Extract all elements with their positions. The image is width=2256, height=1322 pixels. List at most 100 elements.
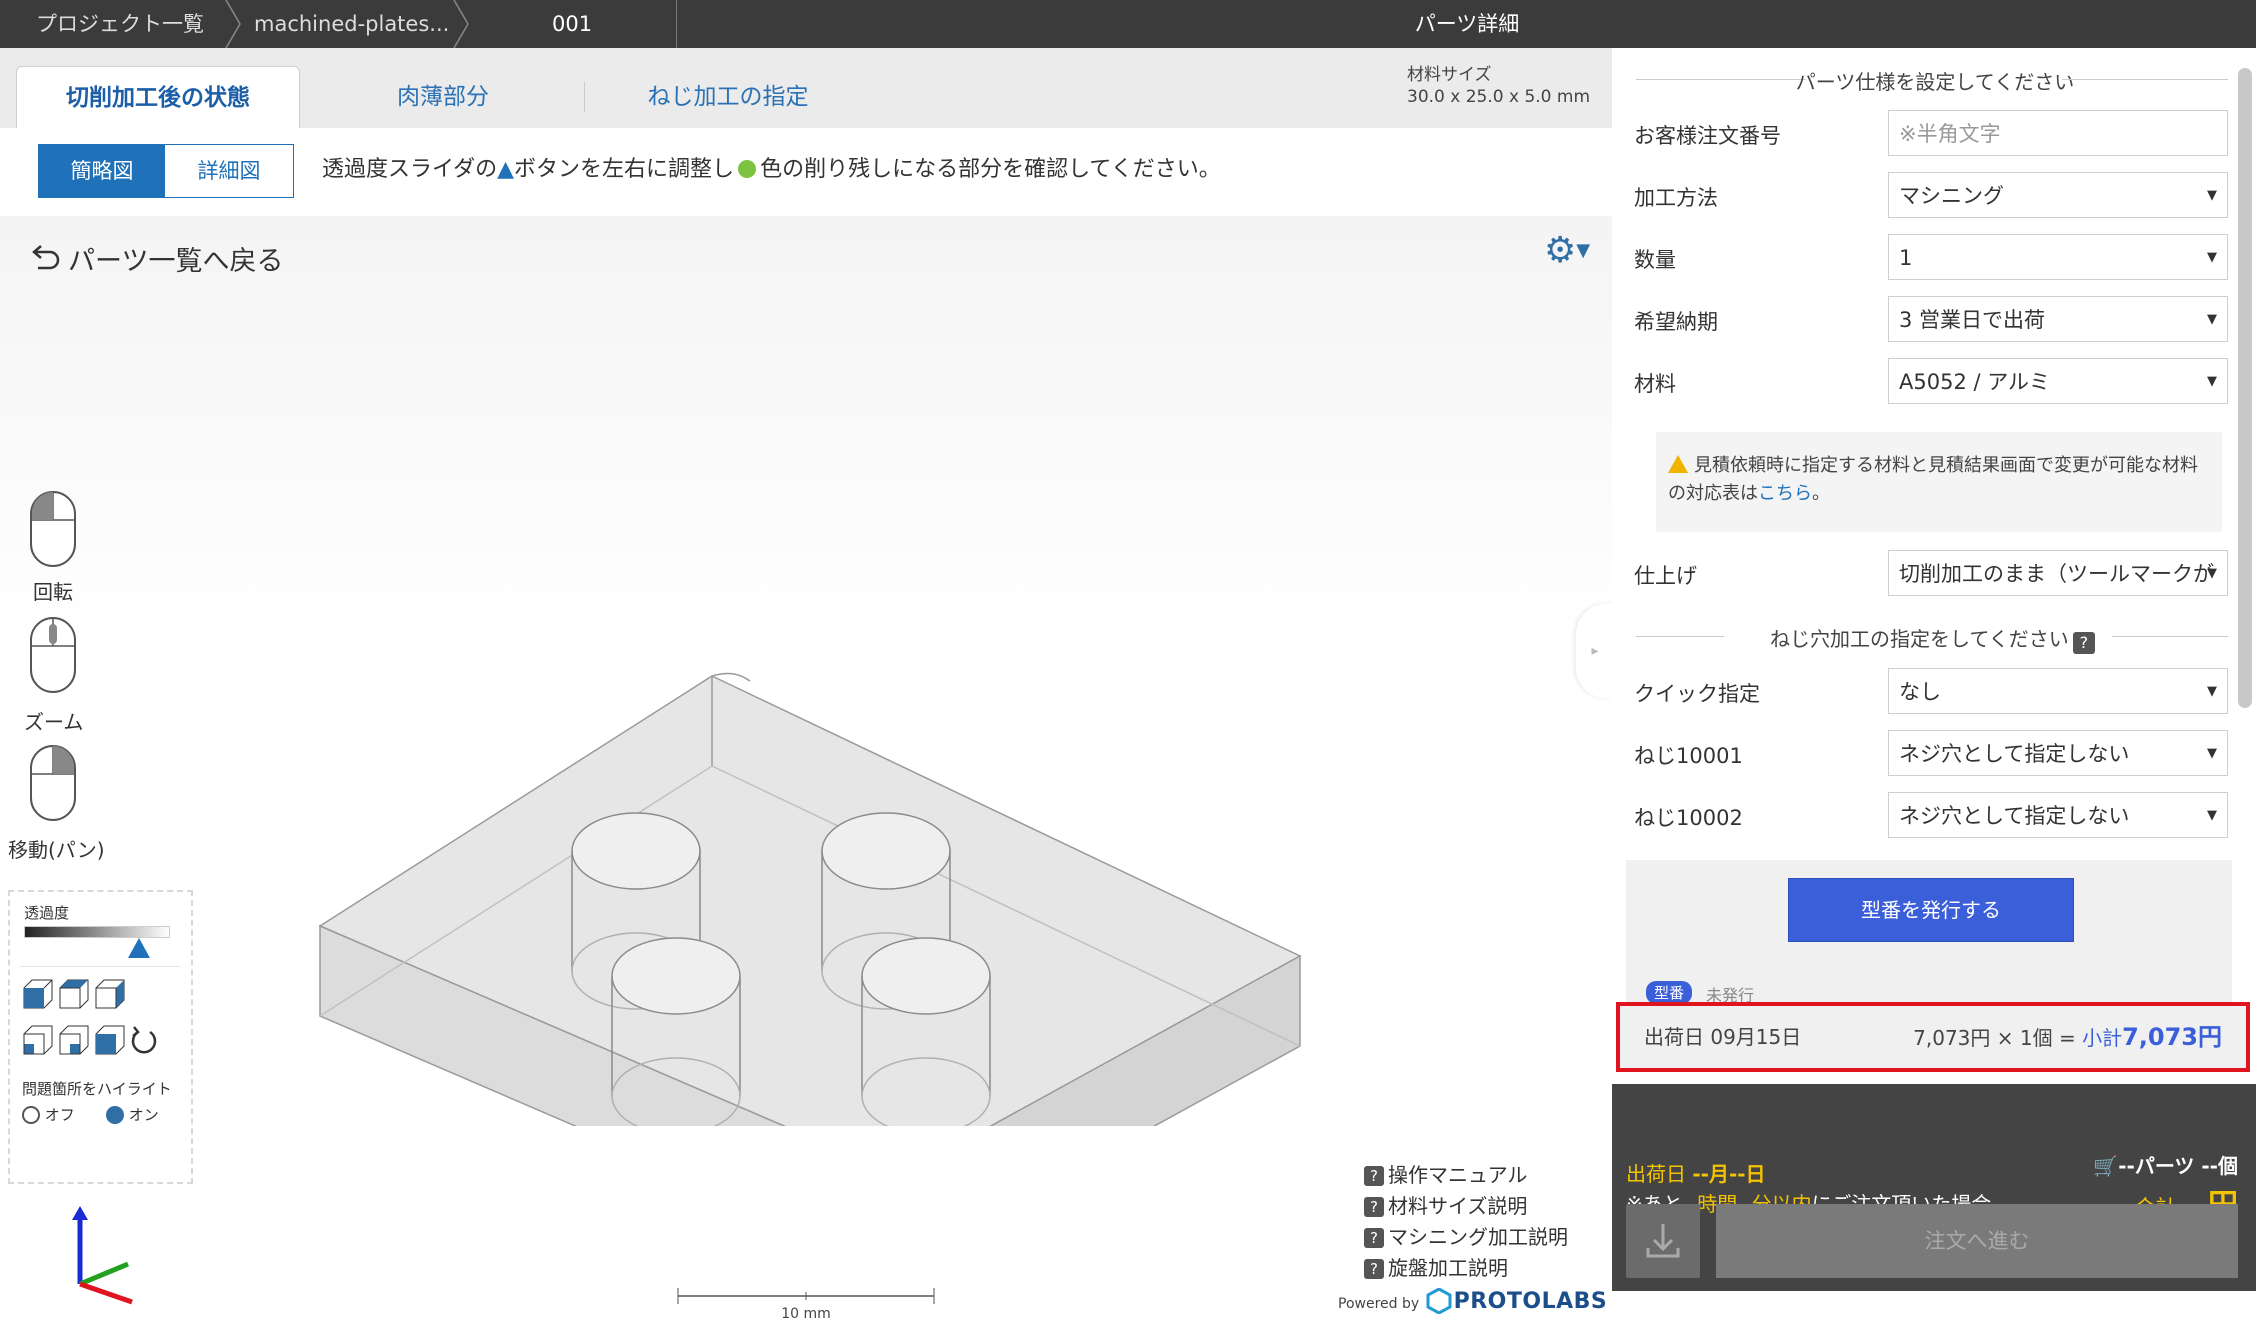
zoom-label: ズーム xyxy=(24,710,84,734)
view-top-icon[interactable] xyxy=(59,979,89,1009)
highlight-on-label: オン xyxy=(128,1106,159,1124)
view-cube-row2 xyxy=(23,1025,157,1055)
help-icon: ? xyxy=(1364,1228,1384,1248)
subtotal-value: 7,073円 xyxy=(2122,1023,2222,1051)
download-button[interactable] xyxy=(1626,1204,1700,1278)
powered-by-prefix: Powered by xyxy=(1338,1296,1420,1312)
chevron-down-icon: ▼ xyxy=(2207,566,2217,581)
quick-label: クイック指定 xyxy=(1634,682,1760,706)
scrollbar[interactable] xyxy=(2238,68,2252,708)
finish-select[interactable]: 切削加工のまま（ツールマークが ▼ xyxy=(1888,550,2228,596)
divider xyxy=(20,966,180,967)
help-link-material-size[interactable]: ? 材料サイズ説明 xyxy=(1364,1191,1568,1222)
quantity-value: 1 xyxy=(1899,246,1913,270)
viewer-area: 切削加工後の状態 肉薄部分 ねじ加工の指定 材料サイズ 30.0 x 25.0 … xyxy=(0,48,1614,1322)
material-select[interactable]: A5052 / アルミ ▼ xyxy=(1888,358,2228,404)
back-to-parts-link[interactable]: パーツ一覧へ戻る xyxy=(28,244,283,283)
help-link-machining-label: マシニング加工説明 xyxy=(1388,1225,1568,1249)
finish-value: 切削加工のまま（ツールマークが xyxy=(1899,562,2214,586)
highlight-on-option[interactable]: オン xyxy=(106,1104,166,1126)
thread-10002-value: ネジ穴として指定しない xyxy=(1899,804,2130,828)
radio-off-icon[interactable] xyxy=(22,1106,40,1124)
footer-ship-label: 出荷日 xyxy=(1626,1162,1693,1186)
help-link-manual[interactable]: ? 操作マニュアル xyxy=(1364,1160,1568,1191)
warning-icon xyxy=(1668,455,1688,473)
method-select[interactable]: マシニング ▼ xyxy=(1888,172,2228,218)
transparency-slider[interactable] xyxy=(24,926,170,938)
footer-parts-count: --パーツ --個 xyxy=(2118,1154,2238,1178)
protolabs-logo-icon xyxy=(1426,1287,1452,1318)
help-link-manual-label: 操作マニュアル xyxy=(1388,1163,1528,1187)
chevron-down-icon: ▼ xyxy=(2207,188,2217,203)
radio-on-icon[interactable] xyxy=(106,1106,124,1124)
method-value: マシニング xyxy=(1899,184,2004,208)
detailed-view-button[interactable]: 詳細図 xyxy=(164,144,294,198)
chevron-down-icon: ▼ xyxy=(2207,684,2217,699)
footer-parts: 🛒--パーツ --個 xyxy=(2093,1150,2238,1179)
thread-10002-label: ねじ10002 xyxy=(1634,806,1743,830)
help-icon: ? xyxy=(1364,1259,1384,1279)
help-link-machining[interactable]: ? マシニング加工説明 xyxy=(1364,1222,1568,1253)
tab-after-machining[interactable]: 切削加工後の状態 xyxy=(16,66,300,129)
part-3d-model[interactable] xyxy=(300,506,1320,1126)
panel-collapse-toggle[interactable]: ▸ xyxy=(1576,604,1614,698)
mouse-pan-icon xyxy=(26,744,82,828)
view-iso3-icon[interactable] xyxy=(95,1025,125,1055)
chevron-down-icon: ▼ xyxy=(2207,250,2217,265)
help-link-lathe[interactable]: ? 旋盤加工説明 xyxy=(1364,1253,1568,1284)
chevron-down-icon: ▼ xyxy=(2207,312,2217,327)
scale-bar: 10 mm xyxy=(676,1286,936,1322)
powered-by-brand: PROTOLABS xyxy=(1453,1289,1608,1314)
view-iso1-icon[interactable] xyxy=(23,1025,53,1055)
thread-help-icon[interactable]: ? xyxy=(2072,632,2095,654)
thread-10001-select[interactable]: ネジ穴として指定しない ▼ xyxy=(1888,730,2228,776)
price-calc-text: 7,073円 × 1個 = xyxy=(1913,1026,2083,1050)
proceed-to-order-button[interactable]: 注文へ進む xyxy=(1716,1204,2238,1278)
material-size-label: 材料サイズ xyxy=(1407,65,1492,85)
view-iso2-icon[interactable] xyxy=(59,1025,89,1055)
divider xyxy=(1636,636,1724,637)
order-no-label: お客様注文番号 xyxy=(1634,124,1781,148)
breadcrumb-file[interactable]: machined-plates... xyxy=(254,0,449,48)
material-label: 材料 xyxy=(1634,372,1676,396)
triangle-icon: ▲ xyxy=(497,157,515,182)
quick-select[interactable]: なし ▼ xyxy=(1888,668,2228,714)
chevron-down-icon: ▼ xyxy=(2207,746,2217,761)
highlight-off-option[interactable]: オフ xyxy=(22,1104,75,1125)
breadcrumb-part-number: 001 xyxy=(552,12,593,36)
settings-gear-icon[interactable]: ⚙▼ xyxy=(1544,230,1590,271)
delivery-select[interactable]: 3 営業日で出荷 ▼ xyxy=(1888,296,2228,342)
quantity-label: 数量 xyxy=(1634,248,1676,272)
method-label: 加工方法 xyxy=(1634,186,1718,210)
axis-triad xyxy=(72,1206,133,1305)
transparency-slider-thumb[interactable] xyxy=(128,938,151,958)
view-front-icon[interactable] xyxy=(23,979,53,1009)
tab-thread-spec[interactable]: ねじ加工の指定 xyxy=(600,66,856,128)
divider xyxy=(2062,79,2228,80)
reset-view-icon[interactable] xyxy=(131,1026,157,1054)
tab-divider xyxy=(584,82,585,112)
material-table-link[interactable]: こちら xyxy=(1758,483,1812,504)
mouse-rotate-icon xyxy=(26,490,82,574)
part-number-badge: 型番 xyxy=(1646,981,1693,1004)
material-size-value: 30.0 x 25.0 x 5.0 mm xyxy=(1407,87,1590,107)
view-options-panel: 透過度 問題箇所をハイライト オフ オン xyxy=(8,890,193,1184)
thread-10002-select[interactable]: ネジ穴として指定しない ▼ xyxy=(1888,792,2228,838)
chevron-down-icon: ▼ xyxy=(2207,808,2217,823)
issue-part-number-button[interactable]: 型番を発行する xyxy=(1788,878,2074,942)
tab-thin-wall[interactable]: 肉薄部分 xyxy=(320,66,566,128)
thread-10001-label: ねじ10001 xyxy=(1634,744,1743,768)
simple-view-button[interactable]: 簡略図 xyxy=(38,144,166,198)
view-side-icon[interactable] xyxy=(95,979,125,1009)
breadcrumb-projects[interactable]: プロジェクト一覧 xyxy=(36,0,204,48)
divider xyxy=(2112,636,2228,637)
help-link-lathe-label: 旋盤加工説明 xyxy=(1388,1256,1508,1280)
3d-viewer[interactable]: パーツ一覧へ戻る ⚙▼ 回転 ズーム 移動(パン) 透過度 問題箇所をハイライト… xyxy=(0,216,1612,1322)
quick-value: なし xyxy=(1899,680,1941,704)
cart-icon: 🛒 xyxy=(2093,1154,2119,1178)
quantity-select[interactable]: 1 ▼ xyxy=(1888,234,2228,280)
thread-heading: ねじ穴加工の指定をしてください? xyxy=(1770,623,2095,654)
divider xyxy=(1636,79,1806,80)
delivery-label: 希望納期 xyxy=(1634,310,1718,334)
order-no-input[interactable]: ※半角文字 xyxy=(1888,110,2228,156)
